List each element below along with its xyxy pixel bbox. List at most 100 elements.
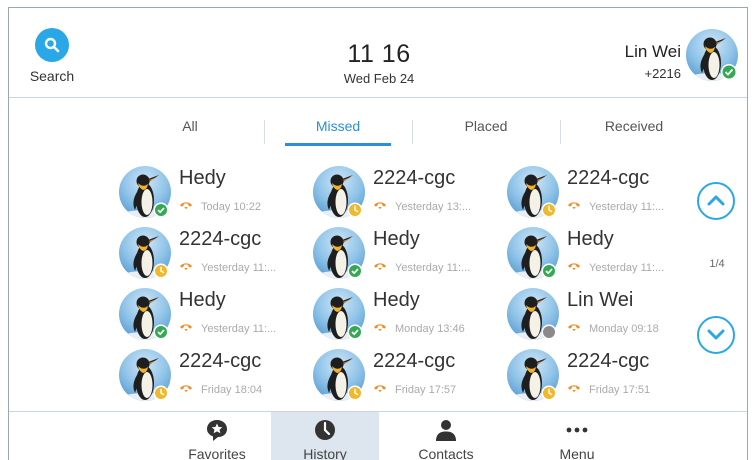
clock-time: 11 16 [347,40,411,68]
call-history-entry[interactable]: 2224-cgc Yesterday 13:... [313,164,503,224]
contact-avatar [507,227,559,279]
call-history-entry[interactable]: Hedy Yesterday 11:... [507,225,697,285]
history-filter-tabs: All Missed Placed Received [117,114,707,148]
account-name: Lin Wei [624,42,681,61]
call-time: Monday 13:46 [395,322,465,335]
contact-name: 2224-cgc [179,228,262,250]
call-meta: Friday 17:51 [567,383,650,396]
contact-avatar [119,166,171,218]
contact-avatar [119,227,171,279]
presence-offline-icon [541,324,557,340]
search-button[interactable]: Search [23,28,81,94]
presence-away-icon [153,385,169,401]
presence-away-icon [153,263,169,279]
call-meta: Friday 17:57 [373,383,456,396]
call-meta: Yesterday 11:... [567,200,664,213]
contact-name: 2224-cgc [567,167,650,189]
account-avatar[interactable] [685,28,739,82]
call-time: Monday 09:18 [589,322,659,335]
missed-call-icon [567,322,581,335]
missed-call-icon [567,200,581,213]
call-time: Today 10:22 [201,200,261,213]
contact-avatar [507,349,559,401]
call-history-entry[interactable]: 2224-cgc Friday 18:04 [119,347,309,407]
missed-call-icon [179,322,193,335]
call-history-entry[interactable]: Hedy Yesterday 11:... [119,286,309,346]
call-history-entry[interactable]: 2224-cgc Yesterday 11:... [119,225,309,285]
nav-contacts[interactable]: Contacts [392,412,500,460]
call-meta: Yesterday 11:... [567,261,664,274]
nav-menu[interactable]: Menu [523,412,631,460]
presence-online-icon [722,65,736,79]
person-icon [436,420,456,441]
call-history-entry[interactable]: 2224-cgc Friday 17:57 [313,347,503,407]
call-time: Yesterday 11:... [395,261,471,274]
presence-away-icon [541,385,557,401]
status-header: Search 11 16 Wed Feb 24 Lin Wei +2216 [9,8,747,98]
tab-all[interactable]: All [117,114,263,148]
nav-favorites[interactable]: Favorites [163,412,271,460]
call-meta: Today 10:22 [179,200,261,213]
call-meta: Yesterday 11:... [179,261,276,274]
missed-call-icon [567,383,581,396]
contact-name: Lin Wei [567,289,634,311]
missed-call-icon [373,322,387,335]
call-meta: Yesterday 11:... [373,261,470,274]
nav-favorites-label: Favorites [188,446,246,460]
chevron-down-icon [707,329,725,340]
presence-online-icon [347,263,363,279]
contact-name: 2224-cgc [567,350,650,372]
call-time: Yesterday 11:... [201,322,277,335]
presence-online-icon [347,324,363,340]
contact-avatar [313,349,365,401]
ellipsis-icon [566,427,588,433]
presence-online-icon [541,263,557,279]
presence-away-icon [541,202,557,218]
contact-avatar [119,288,171,340]
contact-name: Hedy [373,289,420,311]
presence-online-icon [153,324,169,340]
call-time: Yesterday 11:... [589,200,665,213]
presence-away-icon [347,202,363,218]
call-meta: Monday 13:46 [373,322,465,335]
call-history-entry[interactable]: Hedy Yesterday 11:... [313,225,503,285]
scroll-up-button[interactable] [697,182,735,220]
presence-online-icon [153,202,169,218]
call-history-entry[interactable]: 2224-cgc Yesterday 11:... [507,164,697,224]
bottom-navigation: Favorites History Contacts Menu [9,411,747,460]
nav-contacts-label: Contacts [418,446,474,460]
contact-name: Hedy [373,228,420,250]
missed-call-icon [179,261,193,274]
call-history-entry[interactable]: Hedy Today 10:22 [119,164,309,224]
nav-history[interactable]: History [271,412,379,460]
contact-name: 2224-cgc [373,167,456,189]
contact-avatar [507,166,559,218]
call-history-entry[interactable]: Hedy Monday 13:46 [313,286,503,346]
contact-avatar [507,288,559,340]
call-history-entry[interactable]: 2224-cgc Friday 17:51 [507,347,697,407]
call-time: Yesterday 11:... [589,261,665,274]
contact-name: 2224-cgc [179,350,262,372]
call-time: Friday 17:57 [395,383,457,396]
contact-name: Hedy [179,289,226,311]
tab-missed[interactable]: Missed [265,114,411,148]
clock-icon [315,420,335,440]
missed-call-icon [373,383,387,396]
clock-date: Wed Feb 24 [343,71,415,86]
account-extension: +2216 [644,66,681,81]
tab-received[interactable]: Received [561,114,707,148]
call-time: Friday 18:04 [201,383,263,396]
call-meta: Yesterday 11:... [179,322,276,335]
contact-avatar [313,166,365,218]
missed-call-icon [179,383,193,396]
call-time: Yesterday 13:... [395,200,472,213]
star-bubble-icon [207,420,227,441]
contact-avatar [313,288,365,340]
tab-placed[interactable]: Placed [413,114,559,148]
missed-call-icon [179,200,193,213]
scroll-down-button[interactable] [697,316,735,354]
contact-name: Hedy [179,167,226,189]
call-history-entry[interactable]: Lin Wei Monday 09:18 [507,286,697,346]
clock: 11 16 Wed Feb 24 [319,40,439,86]
call-history-grid: Hedy Today 10:22 2224-cgc Yesterday 13:.… [119,164,699,408]
